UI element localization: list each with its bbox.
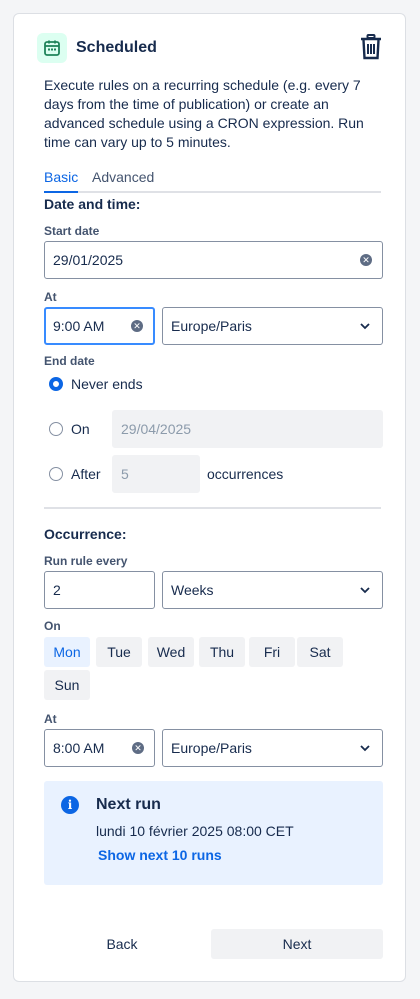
occurrence-timezone-select[interactable]: Europe/Paris (162, 729, 383, 767)
radio-after[interactable] (49, 467, 63, 481)
occurrence-time-field[interactable]: 8:00 AM ✕ (44, 729, 155, 767)
start-date-value: 29/01/2025 (53, 252, 124, 268)
day-sun[interactable]: Sun (44, 670, 90, 700)
next-button[interactable]: Next (211, 929, 383, 959)
day-tue[interactable]: Tue (96, 637, 142, 667)
start-date-label: Start date (44, 224, 100, 238)
next-run-panel: i Next run lundi 10 février 2025 08:00 C… (44, 781, 383, 885)
section-divider (44, 507, 381, 509)
tab-advanced[interactable]: Advanced (92, 169, 154, 193)
start-time-value: 9:00 AM (53, 318, 105, 334)
day-thu[interactable]: Thu (199, 637, 245, 667)
tab-list: Basic Advanced (44, 169, 381, 193)
day-fri[interactable]: Fri (249, 637, 295, 667)
clear-icon[interactable]: ✕ (360, 254, 372, 266)
end-after-count-value: 5 (121, 466, 129, 482)
occurrences-suffix: occurrences (207, 466, 284, 482)
end-after-count-field[interactable]: 5 (112, 455, 200, 493)
chevron-down-icon (360, 323, 370, 330)
occurrence-time-value: 8:00 AM (53, 740, 105, 756)
run-every-label: Run rule every (44, 554, 128, 568)
radio-on-label: On (71, 421, 90, 437)
end-on-date-field[interactable]: 29/04/2025 (112, 410, 383, 448)
start-time-label: At (44, 290, 57, 304)
day-mon[interactable]: Mon (44, 637, 90, 667)
trash-icon[interactable] (360, 34, 382, 60)
chevron-down-icon (360, 587, 370, 594)
next-run-datetime: lundi 10 février 2025 08:00 CET (96, 823, 294, 839)
run-every-unit-select[interactable]: Weeks (162, 571, 383, 609)
start-date-field[interactable]: 29/01/2025 ✕ (44, 241, 383, 279)
end-on-date-value: 29/04/2025 (121, 421, 192, 437)
show-next-runs-link[interactable]: Show next 10 runs (98, 847, 222, 863)
run-every-unit-value: Weeks (171, 582, 214, 598)
run-every-value: 2 (53, 582, 61, 598)
run-every-value-field[interactable]: 2 (44, 571, 155, 609)
occurrence-time-label: At (44, 712, 57, 726)
panel-header: Scheduled (37, 32, 382, 64)
scheduled-trigger-panel: Scheduled Execute rules on a recurring s… (13, 13, 406, 982)
start-time-field[interactable]: 9:00 AM ✕ (44, 307, 155, 345)
radio-after-label: After (71, 466, 101, 482)
radio-never-label: Never ends (71, 376, 143, 392)
start-timezone-select[interactable]: Europe/Paris (162, 307, 383, 345)
trigger-description: Execute rules on a recurring schedule (e… (44, 77, 364, 150)
radio-on[interactable] (49, 422, 63, 436)
radio-never[interactable] (49, 377, 63, 391)
end-date-label: End date (44, 354, 95, 368)
tab-basic[interactable]: Basic (44, 169, 78, 193)
end-after-option[interactable]: After (49, 464, 101, 484)
on-days-label: On (44, 619, 61, 633)
clear-icon[interactable]: ✕ (131, 320, 143, 332)
end-never-option[interactable]: Never ends (49, 374, 143, 394)
day-wed[interactable]: Wed (148, 637, 194, 667)
next-run-title: Next run (96, 796, 161, 813)
occurrence-heading: Occurrence: (44, 526, 127, 542)
calendar-icon (37, 33, 67, 63)
date-time-heading: Date and time: (44, 196, 141, 212)
end-on-option[interactable]: On (49, 419, 90, 439)
info-icon: i (61, 796, 79, 814)
occurrence-timezone-value: Europe/Paris (171, 740, 252, 756)
back-button[interactable]: Back (52, 929, 192, 959)
chevron-down-icon (360, 745, 370, 752)
panel-title: Scheduled (76, 39, 157, 56)
day-sat[interactable]: Sat (297, 637, 343, 667)
start-timezone-value: Europe/Paris (171, 318, 252, 334)
clear-icon[interactable]: ✕ (132, 742, 144, 754)
